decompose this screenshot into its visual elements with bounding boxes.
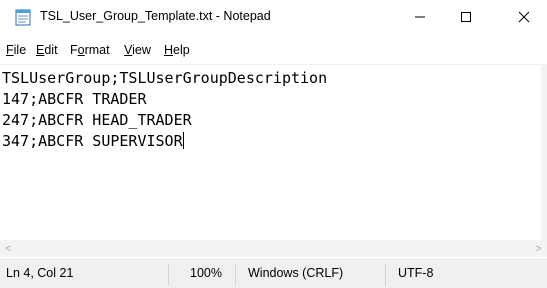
- vertical-scrollbar[interactable]: [541, 64, 547, 240]
- menu-edit-label: dit: [44, 43, 58, 57]
- close-icon: [518, 11, 530, 23]
- status-divider: [168, 264, 169, 286]
- status-cursor-position: Ln 4, Col 21: [6, 266, 74, 280]
- scroll-left-icon[interactable]: <: [0, 240, 17, 257]
- status-encoding: UTF-8: [398, 266, 434, 280]
- menu-view-mnemonic: V: [124, 43, 133, 57]
- minimize-button[interactable]: [397, 0, 443, 34]
- status-divider: [385, 264, 386, 286]
- menu-file-label: ile: [13, 43, 27, 57]
- menu-bar: File Edit Format View Help: [0, 38, 547, 62]
- editor-line-3: 247;ABCFR HEAD_TRADER: [2, 111, 192, 129]
- close-button[interactable]: [501, 0, 547, 34]
- menu-view[interactable]: View: [124, 43, 151, 57]
- minimize-icon: [415, 16, 425, 18]
- menu-help-mnemonic: H: [164, 43, 174, 57]
- title-bar[interactable]: TSL_User_Group_Template.txt - Notepad: [0, 0, 547, 38]
- maximize-button[interactable]: [443, 0, 489, 34]
- status-bar: Ln 4, Col 21 100% Windows (CRLF) UTF-8: [0, 258, 547, 288]
- status-zoom: 100%: [190, 266, 222, 280]
- menu-file-mnemonic: F: [6, 43, 14, 57]
- editor-line-4-wrap: 347;ABCFR SUPERVISOR: [2, 131, 184, 151]
- status-line-ending: Windows (CRLF): [248, 266, 344, 280]
- menu-file[interactable]: File: [6, 43, 26, 57]
- editor-line-1: TSLUserGroup;TSLUserGroupDescription: [2, 69, 328, 87]
- maximize-icon: [461, 12, 471, 22]
- horizontal-scrollbar[interactable]: < >: [0, 240, 547, 257]
- text-editor[interactable]: TSLUserGroup;TSLUserGroupDescription 147…: [0, 64, 541, 241]
- notepad-icon: [15, 9, 31, 26]
- menu-format-label: rmat: [84, 43, 110, 57]
- menu-view-label: iew: [132, 43, 151, 57]
- editor-line-4: 347;ABCFR SUPERVISOR: [2, 132, 183, 150]
- menu-format[interactable]: Format: [70, 43, 110, 57]
- menu-format-prefix: F: [70, 43, 78, 57]
- text-caret: [182, 132, 184, 149]
- status-divider: [235, 264, 236, 286]
- editor-line-2: 147;ABCFR TRADER: [2, 90, 147, 108]
- menu-format-mnemonic: o: [77, 43, 85, 57]
- menu-help[interactable]: Help: [164, 43, 190, 57]
- menu-help-label: elp: [173, 43, 190, 57]
- scroll-right-icon[interactable]: >: [530, 240, 547, 257]
- window-title: TSL_User_Group_Template.txt - Notepad: [40, 9, 271, 23]
- menu-edit[interactable]: Edit: [36, 43, 58, 57]
